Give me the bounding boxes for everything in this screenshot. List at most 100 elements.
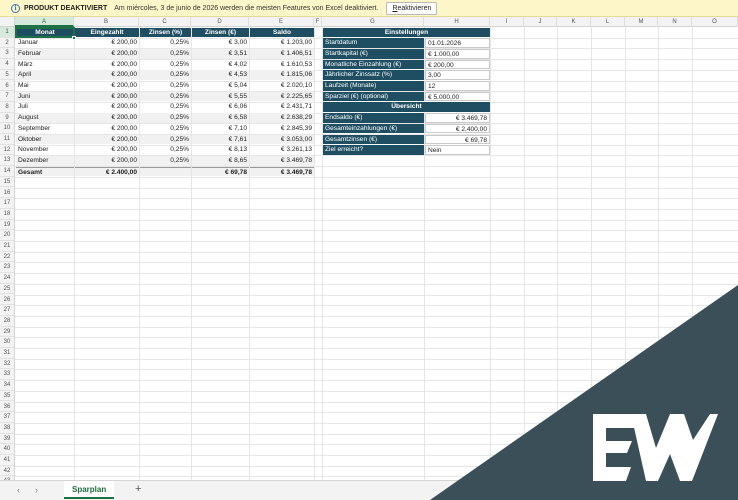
table-cell[interactable]: € 200,00	[75, 145, 139, 155]
table-cell[interactable]: € 200,00	[75, 102, 139, 112]
settings-label[interactable]: Monatliche Einzahlung (€)	[323, 59, 424, 70]
row-header[interactable]: 35	[0, 391, 14, 402]
select-all-corner[interactable]	[0, 17, 15, 27]
table-cell[interactable]: Dezember	[16, 155, 74, 166]
sheet-tab-sparplan[interactable]: Sparplan	[64, 481, 115, 499]
total-cell[interactable]: € 2.400,00	[75, 166, 139, 177]
table-cell[interactable]: € 5,04	[192, 81, 249, 91]
row-header[interactable]: 40	[0, 444, 14, 455]
row-header[interactable]: 19	[0, 220, 14, 231]
column-header-a[interactable]: A	[15, 17, 74, 27]
table-cell[interactable]: 0,25%	[140, 102, 191, 112]
table-cell[interactable]: 0,25%	[140, 134, 191, 145]
table-cell[interactable]: € 3.261,13	[250, 145, 314, 155]
row-header[interactable]: 10	[0, 123, 14, 134]
row-header[interactable]: 42	[0, 466, 14, 477]
settings-label[interactable]: Startdatum	[323, 38, 424, 48]
row-header[interactable]: 7	[0, 91, 14, 102]
table-cell[interactable]: € 3.053,00	[250, 134, 314, 145]
table-header-cell[interactable]: Eingezahlt	[75, 27, 139, 38]
fill-handle[interactable]	[72, 35, 76, 40]
table-cell[interactable]: 0,25%	[140, 60, 191, 70]
overview-label[interactable]: Endsaldo (€)	[323, 113, 424, 123]
spreadsheet-grid[interactable]: A B C D E F G H I J K L M N O 1 2 3 4 5 6 7 8 9 10 11 12 13 14 15 16 17…	[0, 17, 738, 480]
settings-value[interactable]: € 5.000,00	[425, 91, 490, 102]
table-cell[interactable]: € 6,06	[192, 102, 249, 112]
row-header[interactable]: 27	[0, 305, 14, 316]
table-cell[interactable]: Januar	[16, 38, 74, 48]
row-header[interactable]: 2	[0, 38, 14, 49]
column-header-h[interactable]: H	[424, 17, 490, 27]
row-header[interactable]: 8	[0, 102, 14, 113]
column-header-n[interactable]: N	[658, 17, 692, 27]
column-header-j[interactable]: J	[524, 17, 557, 27]
column-header-f[interactable]: F	[314, 17, 322, 27]
table-cell[interactable]: € 7,61	[192, 134, 249, 145]
row-header[interactable]: 37	[0, 412, 14, 423]
row-header[interactable]: 32	[0, 359, 14, 370]
table-cell[interactable]: € 200,00	[75, 81, 139, 91]
table-cell[interactable]: März	[16, 60, 74, 70]
reactivate-button[interactable]: Reaktivieren	[386, 1, 438, 15]
table-cell[interactable]: Juni	[16, 91, 74, 102]
column-header-o[interactable]: O	[692, 17, 738, 27]
table-cell[interactable]: August	[16, 113, 74, 123]
overview-title[interactable]: Übersicht	[323, 102, 490, 113]
table-header-cell[interactable]: Saldo	[250, 27, 314, 38]
settings-label[interactable]: Jährlicher Zinssatz (%)	[323, 70, 424, 80]
row-header[interactable]: 29	[0, 327, 14, 338]
table-cell[interactable]: € 8,65	[192, 155, 249, 166]
table-cell[interactable]: € 1.203,00	[250, 38, 314, 48]
table-cell[interactable]: 0,25%	[140, 48, 191, 59]
row-header[interactable]: 41	[0, 455, 14, 466]
column-header-b[interactable]: B	[74, 17, 139, 27]
table-cell[interactable]: Juli	[16, 102, 74, 112]
row-header[interactable]: 12	[0, 145, 14, 156]
table-cell[interactable]: 0,25%	[140, 91, 191, 102]
table-header-cell[interactable]: Zinsen (%)	[140, 27, 191, 38]
row-header[interactable]: 34	[0, 380, 14, 391]
table-cell[interactable]: 0,25%	[140, 70, 191, 80]
row-header[interactable]: 9	[0, 113, 14, 124]
table-cell[interactable]: November	[16, 145, 74, 155]
table-cell[interactable]: 0,25%	[140, 124, 191, 134]
row-header[interactable]: 3	[0, 48, 14, 60]
row-header[interactable]: 1	[0, 27, 14, 38]
overview-value[interactable]: € 69,78	[425, 134, 490, 145]
table-cell[interactable]: € 200,00	[75, 91, 139, 102]
settings-value[interactable]: € 1.000,00	[425, 48, 490, 59]
column-header-i[interactable]: I	[490, 17, 524, 27]
table-cell[interactable]: € 4,02	[192, 60, 249, 70]
column-header-k[interactable]: K	[557, 17, 591, 27]
overview-value[interactable]: € 3.469,78	[425, 113, 490, 123]
table-cell[interactable]: € 1.406,51	[250, 48, 314, 59]
prev-sheet-icon[interactable]: ‹	[17, 485, 20, 495]
add-sheet-button[interactable]: +	[135, 483, 141, 495]
column-header-c[interactable]: C	[139, 17, 191, 27]
table-cell[interactable]: € 2.638,29	[250, 113, 314, 123]
overview-label[interactable]: Gesamtzinsen (€)	[323, 134, 424, 145]
row-header[interactable]: 33	[0, 369, 14, 381]
row-header[interactable]: 28	[0, 316, 14, 327]
table-cell[interactable]: € 1.610,53	[250, 60, 314, 70]
settings-value[interactable]: 12	[425, 81, 490, 91]
total-cell[interactable]: Gesamt	[16, 166, 74, 177]
row-header[interactable]: 17	[0, 198, 14, 209]
row-header[interactable]: 39	[0, 434, 14, 445]
row-header[interactable]: 24	[0, 273, 14, 284]
table-cell[interactable]: € 1.815,06	[250, 70, 314, 80]
table-cell[interactable]: 0,25%	[140, 145, 191, 155]
table-header-cell[interactable]: Zinsen (€)	[192, 27, 249, 38]
row-header[interactable]: 36	[0, 402, 14, 413]
row-header[interactable]: 6	[0, 81, 14, 92]
table-cell[interactable]: € 2.431,71	[250, 102, 314, 112]
settings-label[interactable]: Startkapital (€)	[323, 48, 424, 59]
table-cell[interactable]: € 4,53	[192, 70, 249, 80]
table-cell[interactable]: 0,25%	[140, 81, 191, 91]
table-cell[interactable]: € 200,00	[75, 113, 139, 123]
row-header[interactable]: 20	[0, 230, 14, 241]
row-header[interactable]: 21	[0, 241, 14, 252]
table-cell[interactable]: € 3,00	[192, 38, 249, 48]
column-header-g[interactable]: G	[322, 17, 424, 27]
settings-value[interactable]: 01.01.2026	[425, 38, 490, 48]
